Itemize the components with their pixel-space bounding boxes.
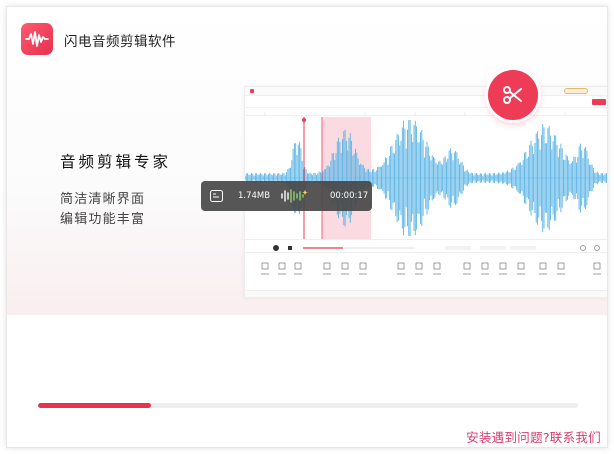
preview-tool-label	[517, 273, 525, 275]
preview-tool-icon	[433, 262, 441, 270]
preview-tool-label	[323, 273, 331, 275]
installer-window: 闪电音频剪辑软件 音频剪辑专家 简洁清晰界面 编辑功能丰富 1.74MB 00:…	[6, 6, 608, 448]
preview-tool-icon	[341, 262, 349, 270]
scissors-icon	[488, 70, 538, 120]
waveform-icon	[280, 189, 308, 206]
preview-playback-bar	[245, 239, 607, 253]
preview-vip-badge	[564, 88, 588, 94]
preview-tool-icon	[557, 262, 565, 270]
install-progress-fill	[38, 403, 152, 408]
preview-logo-icon	[250, 89, 254, 93]
preview-tool-label	[499, 273, 507, 275]
audio-wave-icon	[21, 23, 53, 55]
subline-2: 编辑功能丰富	[60, 212, 146, 227]
preview-tool-icon	[397, 262, 405, 270]
preview-status-bar	[245, 290, 607, 297]
preview-tool-icon	[593, 262, 601, 270]
audio-duration: 00:00:17	[330, 191, 369, 201]
install-progress-bar	[38, 403, 578, 408]
preview-tool-label	[341, 273, 349, 275]
preview-tool-label	[481, 273, 489, 275]
preview-tool-label	[359, 273, 367, 275]
preview-tool-label	[433, 273, 441, 275]
preview-tool-icon	[294, 262, 302, 270]
preview-tool-label	[415, 273, 423, 275]
preview-tool-icon	[323, 262, 331, 270]
headline: 音频剪辑专家	[60, 153, 172, 171]
hero-panel: 闪电音频剪辑软件 音频剪辑专家 简洁清晰界面 编辑功能丰富 1.74MB 00:…	[7, 7, 607, 315]
preview-tool-label	[261, 273, 269, 275]
preview-tool-row	[245, 257, 607, 283]
preview-tool-label	[557, 273, 565, 275]
preview-save-button	[592, 99, 606, 105]
preview-tool-icon	[415, 262, 423, 270]
preview-titlebar	[245, 87, 607, 96]
preview-tool-icon	[359, 262, 367, 270]
file-size: 1.74MB	[238, 191, 271, 201]
app-title: 闪电音频剪辑软件	[64, 34, 176, 50]
preview-tool-label	[539, 273, 547, 275]
preview-toolbar	[245, 96, 607, 108]
preview-tool-icon	[517, 262, 525, 270]
preview-ruler	[245, 108, 607, 116]
subline-1: 简洁清晰界面	[60, 192, 146, 207]
preview-tool-label	[278, 273, 286, 275]
preview-tool-label	[397, 273, 405, 275]
audio-info-pill: 1.74MB 00:00:17	[201, 181, 372, 211]
preview-tool-label	[593, 273, 601, 275]
preview-tool-label	[294, 273, 302, 275]
preview-tool-icon	[278, 262, 286, 270]
preview-waveform	[245, 117, 607, 239]
preview-tool-label	[463, 273, 471, 275]
help-contact-link[interactable]: 安装遇到问题?联系我们	[466, 427, 601, 446]
preview-tool-icon	[499, 262, 507, 270]
audio-file-icon	[210, 190, 223, 205]
preview-tool-icon	[481, 262, 489, 270]
preview-tool-icon	[539, 262, 547, 270]
preview-tool-icon	[261, 262, 269, 270]
preview-tool-icon	[463, 262, 471, 270]
